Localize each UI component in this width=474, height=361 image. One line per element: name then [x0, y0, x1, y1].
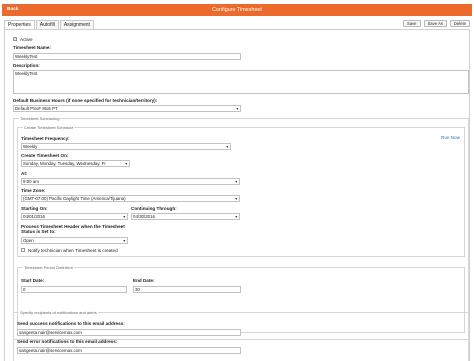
active-checkbox[interactable]	[13, 36, 17, 41]
tab-autofill[interactable]: Autofill	[35, 20, 59, 29]
chevron-down-icon: ▼	[234, 214, 238, 219]
description-textarea[interactable]: WeeklyTest	[13, 70, 469, 94]
notify-checkbox[interactable]	[21, 248, 25, 252]
chevron-down-icon: ▼	[122, 214, 126, 219]
frequency-value: Weekly	[23, 144, 38, 149]
chevron-down-icon: ▼	[234, 179, 238, 184]
tab-strip: Properties Autofill Assignment	[4, 20, 95, 29]
window-title: Configure Timesheet	[212, 7, 262, 13]
toolbar: Save Save As Delete	[402, 20, 470, 27]
end-date-label: End Date:	[133, 278, 155, 283]
create-on-value: Sunday, Monday, Tuesday, Wednesday, Fr	[23, 161, 106, 166]
end-date-input[interactable]: 30	[133, 286, 241, 293]
notifications-title: Specify recipients of notifications and …	[19, 310, 98, 315]
run-now-link[interactable]: Run Now	[441, 135, 460, 140]
at-value: 9:00 am	[23, 179, 39, 184]
starting-on-value: 04/01/2016	[23, 214, 45, 219]
at-select[interactable]: 9:00 am ▼	[21, 178, 240, 185]
properties-panel: Active Timesheet Name: WeeklyTest Descri…	[4, 29, 470, 361]
tab-properties[interactable]: Properties	[4, 20, 35, 29]
tab-assignment[interactable]: Assignment	[59, 20, 94, 29]
period-title: Timesheet Period Definition	[23, 265, 74, 270]
continuing-value: 04/30/2016	[133, 214, 155, 219]
error-email-label: Send error notifications to this email a…	[17, 339, 118, 344]
chevron-down-icon: ▼	[124, 161, 128, 166]
timesheet-name-input[interactable]: WeeklyTest	[13, 53, 241, 60]
frequency-select[interactable]: Weekly ▼	[21, 143, 231, 150]
business-hours-label: Default Business Hours (if none specifie…	[13, 98, 158, 103]
start-date-input[interactable]: 0	[21, 286, 127, 293]
frequency-label: Timesheet Frequency:	[21, 136, 70, 141]
chevron-down-icon: ▼	[122, 238, 126, 243]
success-email-label: Send success notifications to this email…	[17, 321, 125, 326]
chevron-down-icon: ▼	[235, 106, 239, 111]
title-bar: Back Configure Timesheet	[2, 4, 472, 16]
timezone-label: Time Zone:	[21, 188, 46, 193]
success-email-input[interactable]: sangeeta.nair@servicemax.com	[17, 329, 241, 336]
business-hours-select[interactable]: Default PSoF 8to5 PT ▼	[13, 105, 241, 112]
create-on-label: Create Timesheet On:	[21, 153, 69, 158]
timezone-value: (GMT-07:00) Pacific Daylight Time (Ameri…	[23, 196, 126, 201]
timesheet-name-label: Timesheet Name:	[13, 45, 51, 50]
error-email-input[interactable]: sangeeta.nair@servicemax.com	[17, 347, 241, 354]
continuing-input[interactable]: 04/30/2016 ▼	[131, 213, 240, 220]
notify-label: Notify technician when Timesheet is crea…	[28, 248, 118, 253]
active-label: Active	[20, 37, 33, 42]
delete-button[interactable]: Delete	[449, 20, 470, 27]
schedule-title: Create Timesheet Schedule	[23, 125, 75, 130]
starting-on-input[interactable]: 04/01/2016 ▼	[21, 213, 128, 220]
business-hours-value: Default PSoF 8to5 PT	[15, 106, 58, 111]
create-on-select[interactable]: Sunday, Monday, Tuesday, Wednesday, Fr ▼	[21, 160, 130, 167]
description-label: Description:	[13, 63, 40, 68]
timezone-select[interactable]: (GMT-07:00) Pacific Daylight Time (Ameri…	[21, 195, 240, 202]
chevron-down-icon: ▼	[234, 196, 238, 201]
continuing-label: Continuing Through:	[131, 206, 177, 211]
starting-on-label: Starting On:	[21, 206, 48, 211]
scheduling-title: Timesheet Scheduling	[19, 116, 61, 121]
at-label: At:	[21, 171, 28, 176]
save-as-button[interactable]: Save As	[423, 20, 447, 27]
start-date-label: Start Date:	[21, 278, 45, 283]
process-header-label: Process Timesheet Header when the Timesh…	[21, 224, 125, 235]
save-button[interactable]: Save	[402, 20, 421, 27]
process-header-select[interactable]: Open ▼	[21, 237, 128, 244]
chevron-down-icon: ▼	[225, 144, 229, 149]
process-header-value: Open	[23, 238, 34, 243]
